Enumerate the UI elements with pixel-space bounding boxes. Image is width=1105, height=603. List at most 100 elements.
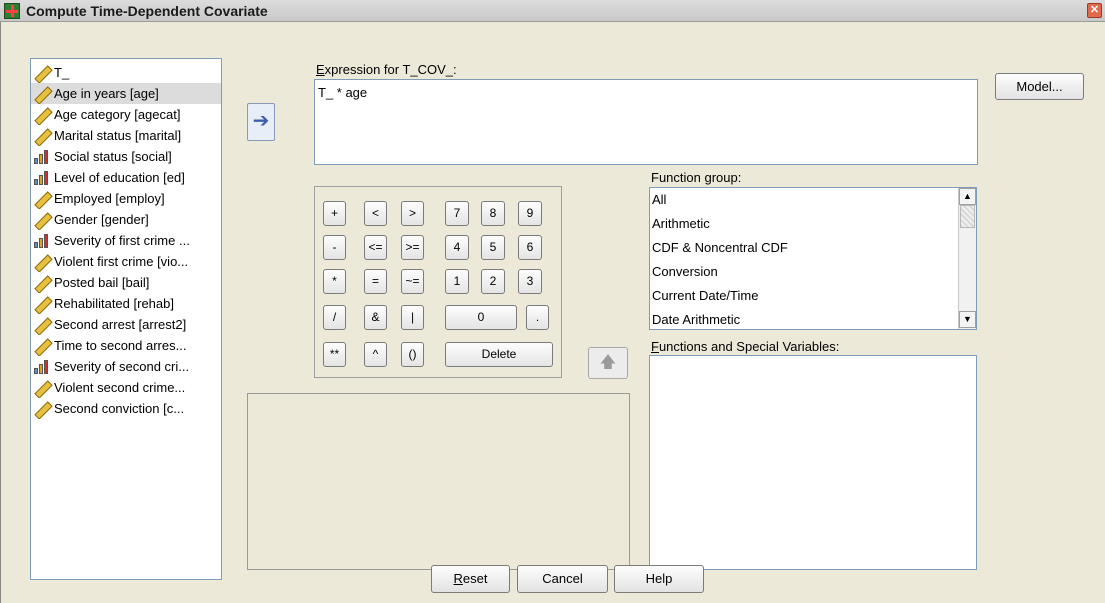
variable-item[interactable]: Gender [gender] xyxy=(31,209,221,230)
key-8[interactable]: 8 xyxy=(481,201,505,226)
variable-item[interactable]: Level of education [ed] xyxy=(31,167,221,188)
reset-button[interactable]: Reset xyxy=(431,565,510,593)
variable-label: Level of education [ed] xyxy=(54,170,185,185)
variable-item[interactable]: Second arrest [arrest2] xyxy=(31,314,221,335)
variable-label: Second arrest [arrest2] xyxy=(54,317,187,332)
insert-function-button[interactable]: 🡅 xyxy=(588,347,628,379)
scroll-up-icon[interactable]: ▲ xyxy=(959,188,976,205)
ordinal-bars-icon xyxy=(33,170,49,186)
variable-item[interactable]: Rehabilitated [rehab] xyxy=(31,293,221,314)
key-power[interactable]: ** xyxy=(323,342,346,367)
variable-item[interactable]: Severity of first crime ... xyxy=(31,230,221,251)
key-3[interactable]: 3 xyxy=(518,269,542,294)
key-minus[interactable]: - xyxy=(323,235,346,260)
key-divide[interactable]: / xyxy=(323,305,346,330)
close-button[interactable]: ✕ xyxy=(1087,3,1102,18)
variable-item[interactable]: Severity of second cri... xyxy=(31,356,221,377)
function-group-scrollbar[interactable]: ▲ ▼ xyxy=(958,188,976,329)
function-group-item[interactable]: Date Arithmetic xyxy=(650,308,976,329)
model-button[interactable]: Model... xyxy=(995,73,1084,100)
key-2[interactable]: 2 xyxy=(481,269,505,294)
variable-item[interactable]: T_ xyxy=(31,62,221,83)
arrow-right-icon: ➔ xyxy=(252,110,270,132)
scale-ruler-icon xyxy=(33,338,49,354)
variable-label: Time to second arres... xyxy=(54,338,187,353)
variable-label: Age category [agecat] xyxy=(54,107,181,122)
key-caret[interactable]: ^ xyxy=(364,342,387,367)
key-less-than[interactable]: < xyxy=(364,201,387,226)
key-5[interactable]: 5 xyxy=(481,235,505,260)
key-0[interactable]: 0 xyxy=(445,305,517,330)
key-delete[interactable]: Delete xyxy=(445,342,553,367)
ordinal-bars-icon xyxy=(33,359,49,375)
variable-label: Marital status [marital] xyxy=(54,128,182,143)
expression-label: Expression for T_COV_: xyxy=(316,62,457,77)
arrow-up-icon: 🡅 xyxy=(599,354,617,371)
key-decimal[interactable]: . xyxy=(526,305,549,330)
key-1[interactable]: 1 xyxy=(445,269,469,294)
scale-ruler-icon xyxy=(33,296,49,312)
move-variable-button[interactable]: ➔ xyxy=(247,103,275,141)
function-description-box xyxy=(247,393,630,570)
function-group-item[interactable]: All xyxy=(650,188,976,212)
functions-special-list[interactable] xyxy=(649,355,977,570)
function-group-item[interactable]: CDF & Noncentral CDF xyxy=(650,236,976,260)
variable-label: Social status [social] xyxy=(54,149,172,164)
functions-special-label: Functions and Special Variables: xyxy=(651,339,840,354)
key-plus[interactable]: + xyxy=(323,201,346,226)
expression-input[interactable]: T_ * age xyxy=(314,79,978,165)
variable-item[interactable]: Social status [social] xyxy=(31,146,221,167)
key-or[interactable]: | xyxy=(401,305,424,330)
key-greater-equal[interactable]: >= xyxy=(401,235,424,260)
function-group-item[interactable]: Current Date/Time xyxy=(650,284,976,308)
variable-item[interactable]: Posted bail [bail] xyxy=(31,272,221,293)
scale-ruler-icon xyxy=(33,107,49,123)
key-7[interactable]: 7 xyxy=(445,201,469,226)
function-group-item[interactable]: Arithmetic xyxy=(650,212,976,236)
key-multiply[interactable]: * xyxy=(323,269,346,294)
scale-ruler-icon xyxy=(33,275,49,291)
scroll-thumb[interactable] xyxy=(960,205,975,228)
key-equals[interactable]: = xyxy=(364,269,387,294)
variable-item[interactable]: Age category [agecat] xyxy=(31,104,221,125)
variable-label: Violent first crime [vio... xyxy=(54,254,189,269)
variable-item[interactable]: Time to second arres... xyxy=(31,335,221,356)
scale-ruler-icon xyxy=(33,86,49,102)
variable-label: Second conviction [c... xyxy=(54,401,185,416)
scroll-down-icon[interactable]: ▼ xyxy=(959,311,976,328)
key-not-equal[interactable]: ~= xyxy=(401,269,424,294)
key-greater-than[interactable]: > xyxy=(401,201,424,226)
ordinal-bars-icon xyxy=(33,233,49,249)
variable-item[interactable]: Marital status [marital] xyxy=(31,125,221,146)
key-and[interactable]: & xyxy=(364,305,387,330)
variable-label: Severity of first crime ... xyxy=(54,233,190,248)
dialog-edge xyxy=(0,22,1,603)
variable-item[interactable]: Violent second crime... xyxy=(31,377,221,398)
scale-ruler-icon xyxy=(33,401,49,417)
function-group-list[interactable]: All Arithmetic CDF & Noncentral CDF Convers… xyxy=(649,187,977,330)
variable-label: Employed [employ] xyxy=(54,191,165,206)
window-title: Compute Time-Dependent Covariate xyxy=(26,3,268,19)
key-parentheses[interactable]: () xyxy=(401,342,424,367)
help-button[interactable]: Help xyxy=(614,565,704,593)
variable-item[interactable]: Age in years [age] xyxy=(31,83,221,104)
variable-label: Posted bail [bail] xyxy=(54,275,150,290)
spss-app-icon xyxy=(4,3,20,19)
variable-item[interactable]: Employed [employ] xyxy=(31,188,221,209)
variable-label: Age in years [age] xyxy=(54,86,159,101)
variable-label: Severity of second cri... xyxy=(54,359,190,374)
scale-ruler-icon xyxy=(33,380,49,396)
variable-list[interactable]: T_ Age in years [age] Age category [agecat… xyxy=(30,58,222,580)
key-4[interactable]: 4 xyxy=(445,235,469,260)
key-6[interactable]: 6 xyxy=(518,235,542,260)
key-less-equal[interactable]: <= xyxy=(364,235,387,260)
variable-item[interactable]: Second conviction [c... xyxy=(31,398,221,419)
variable-label: T_ xyxy=(54,65,70,80)
variable-item[interactable]: Violent first crime [vio... xyxy=(31,251,221,272)
scale-ruler-icon xyxy=(33,128,49,144)
ordinal-bars-icon xyxy=(33,149,49,165)
cancel-button[interactable]: Cancel xyxy=(517,565,608,593)
function-group-item[interactable]: Conversion xyxy=(650,260,976,284)
scale-ruler-icon xyxy=(33,191,49,207)
key-9[interactable]: 9 xyxy=(518,201,542,226)
